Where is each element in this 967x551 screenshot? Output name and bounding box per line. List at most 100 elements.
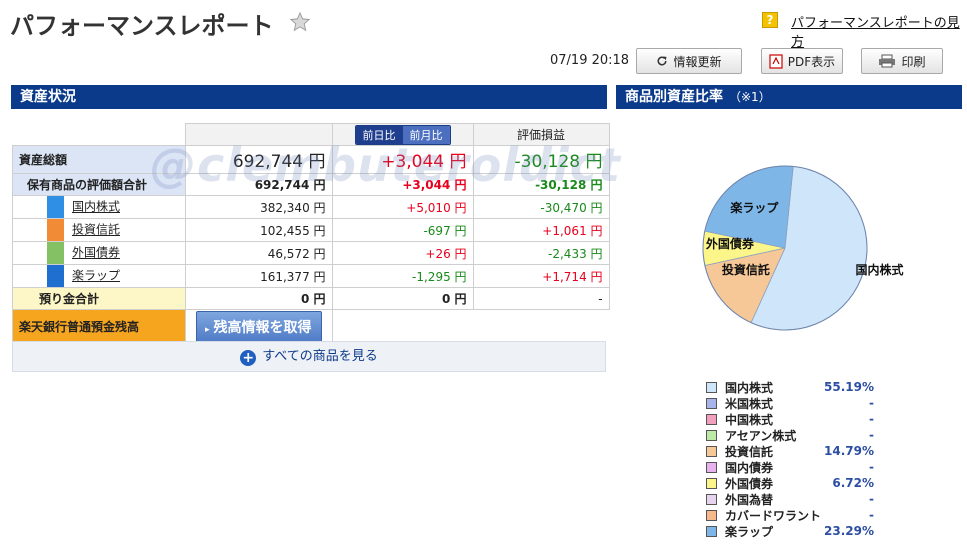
legend-name: カバードワラント bbox=[725, 508, 822, 523]
legend-name: アセアン株式 bbox=[725, 428, 797, 443]
legend-value: - bbox=[869, 508, 874, 522]
legend-swatch bbox=[706, 397, 717, 409]
all-products-button[interactable]: + すべての商品を見る bbox=[12, 341, 606, 372]
assets-table: 前日比 前月比 評価損益 資産総額 692,744 円 +3,044 円 -30,… bbox=[12, 123, 610, 344]
category-color-chip bbox=[47, 219, 64, 241]
legend-item: 国内債券 - bbox=[706, 459, 874, 475]
table-header-row: 前日比 前月比 評価損益 bbox=[13, 123, 610, 146]
legend-value: - bbox=[869, 396, 874, 410]
cash-row: 預り金合計 0 円 0 円 - bbox=[12, 287, 610, 310]
help-icon[interactable]: ? bbox=[762, 12, 778, 28]
assets-section-title: 資産状況 bbox=[11, 85, 607, 109]
pie-slice-label: 楽ラップ bbox=[730, 200, 779, 215]
total-change: +3,044 円 bbox=[331, 145, 474, 174]
row-change: +26 円 bbox=[331, 241, 474, 265]
row-value: 382,340 円 bbox=[185, 195, 333, 219]
row-change: -1,295 円 bbox=[331, 264, 474, 288]
printer-icon bbox=[879, 54, 896, 68]
legend-value: - bbox=[869, 492, 874, 506]
total-row: 資産総額 692,744 円 +3,044 円 -30,128 円 bbox=[12, 145, 610, 174]
table-row: 外国債券 46,572 円 +26 円 -2,433 円 bbox=[12, 241, 610, 265]
subtotal-row: 保有商品の評価額合計 692,744 円 +3,044 円 -30,128 円 bbox=[12, 173, 610, 196]
plus-icon: + bbox=[240, 350, 257, 366]
refresh-label: 情報更新 bbox=[673, 54, 722, 69]
legend-name: 楽ラップ bbox=[725, 524, 774, 539]
category-color-chip bbox=[47, 242, 64, 264]
legend-value: - bbox=[869, 412, 874, 426]
change-tab-group: 前日比 前月比 bbox=[354, 124, 451, 145]
legend-name: 中国株式 bbox=[725, 412, 774, 427]
update-timestamp: 07/19 20:18 bbox=[550, 53, 630, 68]
legend-item: 楽ラップ 23.29% bbox=[706, 523, 874, 539]
cash-change: 0 円 bbox=[331, 287, 474, 310]
ratio-note: （※1） bbox=[729, 90, 771, 104]
tab-previous-month[interactable]: 前月比 bbox=[402, 125, 450, 144]
legend-item: 投資信託 14.79% bbox=[706, 443, 874, 459]
tab-previous-day[interactable]: 前日比 bbox=[355, 125, 403, 144]
pdf-button[interactable]: PDF表示 bbox=[761, 48, 843, 74]
legend-item: 中国株式 - bbox=[706, 411, 874, 427]
legend-item: 外国為替 - bbox=[706, 491, 874, 507]
row-profit: +1,714 円 bbox=[472, 264, 610, 288]
legend-name: 外国債券 bbox=[725, 476, 774, 491]
pdf-icon bbox=[769, 53, 783, 69]
row-link-raku-wrap[interactable]: 楽ラップ bbox=[72, 269, 120, 283]
row-link-investment-trust[interactable]: 投資信託 bbox=[72, 223, 120, 237]
legend-item: 外国債券 6.72% bbox=[706, 475, 874, 491]
subtotal-value: 692,744 円 bbox=[185, 173, 333, 196]
fetch-balance-button[interactable]: ▸ 残高情報を取得 bbox=[196, 310, 322, 343]
header-empty-cell bbox=[13, 124, 186, 146]
asset-legend: 国内株式 55.19% 米国株式 - 中国株式 - アセアン株式 - 投資信託 14.79% 国内債… bbox=[706, 379, 874, 539]
star-icon[interactable] bbox=[289, 11, 311, 33]
row-value: 102,455 円 bbox=[185, 218, 333, 242]
row-profit: -2,433 円 bbox=[472, 241, 610, 265]
cash-label: 預り金合計 bbox=[12, 287, 186, 310]
total-value: 692,744 円 bbox=[185, 145, 333, 174]
subtotal-label: 保有商品の評価額合計 bbox=[12, 173, 186, 196]
row-link-foreign-bond[interactable]: 外国債券 bbox=[72, 246, 120, 260]
legend-name: 外国為替 bbox=[725, 492, 774, 507]
refresh-button[interactable]: 情報更新 bbox=[636, 48, 742, 74]
row-profit: -30,470 円 bbox=[472, 195, 610, 219]
total-profit: -30,128 円 bbox=[472, 145, 610, 174]
legend-name: 米国株式 bbox=[725, 396, 774, 411]
row-profit: +1,061 円 bbox=[472, 218, 610, 242]
bank-row: 楽天銀行普通預金残高 ▸ 残高情報を取得 bbox=[12, 309, 610, 344]
legend-swatch bbox=[706, 381, 717, 393]
pie-slice-label: 投資信託 bbox=[721, 263, 770, 278]
header-value-cell bbox=[185, 123, 333, 146]
header-profit: 評価損益 bbox=[472, 123, 610, 146]
table-row: 投資信託 102,455 円 -697 円 +1,061 円 bbox=[12, 218, 610, 242]
row-label-cell: 国内株式 bbox=[12, 195, 186, 219]
legend-name: 投資信託 bbox=[725, 444, 774, 459]
legend-value: 6.72% bbox=[832, 476, 874, 490]
print-button[interactable]: 印刷 bbox=[861, 48, 943, 74]
bank-balance-label: 楽天銀行普通預金残高 bbox=[12, 309, 186, 344]
legend-swatch bbox=[706, 493, 717, 505]
legend-item: 米国株式 - bbox=[706, 395, 874, 411]
bank-empty-cell-2 bbox=[473, 310, 609, 344]
pdf-label: PDF表示 bbox=[787, 54, 836, 69]
legend-value: - bbox=[869, 460, 874, 474]
legend-item: 国内株式 55.19% bbox=[706, 379, 874, 395]
bank-empty-cell bbox=[331, 309, 474, 344]
legend-value: 55.19% bbox=[824, 380, 874, 394]
legend-value: 14.79% bbox=[824, 444, 874, 458]
fetch-balance-label: 残高情報を取得 bbox=[213, 319, 312, 336]
row-link-domestic-stock[interactable]: 国内株式 bbox=[72, 200, 120, 214]
bank-button-cell: ▸ 残高情報を取得 bbox=[185, 309, 333, 344]
legend-item: アセアン株式 - bbox=[706, 427, 874, 443]
cash-profit: - bbox=[472, 287, 610, 310]
legend-value: 23.29% bbox=[824, 524, 874, 538]
legend-swatch bbox=[706, 509, 717, 521]
help-link[interactable]: パフォーマンスレポートの見方 bbox=[791, 12, 967, 50]
legend-swatch bbox=[706, 429, 717, 441]
table-row: 国内株式 382,340 円 +5,010 円 -30,470 円 bbox=[12, 195, 610, 219]
pie-slice-label: 外国債券 bbox=[705, 237, 754, 252]
legend-swatch bbox=[706, 413, 717, 425]
pie-slice-label: 国内株式 bbox=[855, 262, 904, 277]
row-change: +5,010 円 bbox=[331, 195, 474, 219]
legend-name: 国内株式 bbox=[725, 380, 774, 395]
subtotal-profit: -30,128 円 bbox=[472, 173, 610, 196]
subtotal-change: +3,044 円 bbox=[331, 173, 474, 196]
